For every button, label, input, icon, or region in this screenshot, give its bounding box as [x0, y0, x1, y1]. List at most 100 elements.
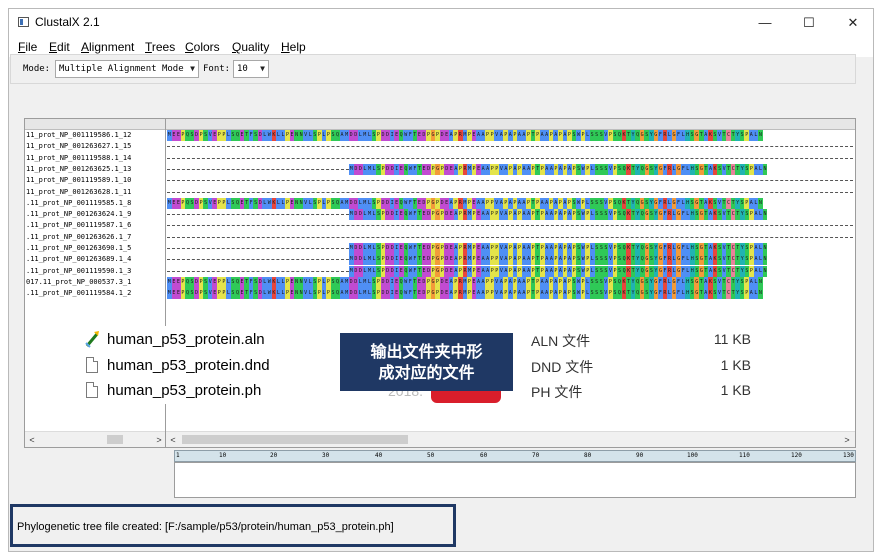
sequence-name[interactable]: .11_prot_NP_001263626.1_7: [26, 232, 165, 243]
alignment-row[interactable]: MDDLMLSPDDIEQWFTEDPGPDEAPRMPEAAPPVAPAPAA…: [167, 163, 854, 175]
file-name: human_p53_protein.ph: [107, 382, 262, 399]
font-size-select[interactable]: 10 ▼: [233, 60, 269, 78]
menu-file[interactable]: File: [18, 40, 37, 54]
ruler-mark: 130: [843, 452, 854, 459]
gap-dashes: [167, 191, 853, 193]
maximize-button[interactable]: ☐: [787, 9, 831, 37]
alignment-row[interactable]: [167, 232, 854, 243]
menu-trees-label: rees: [151, 40, 176, 54]
mode-select[interactable]: Multiple Alignment Mode ▼: [55, 60, 199, 78]
residue: N: [762, 163, 768, 175]
scroll-left-icon[interactable]: <: [25, 432, 39, 448]
residue: N: [758, 276, 763, 288]
residue: N: [762, 209, 768, 221]
alignment-header: [166, 119, 855, 130]
ruler-mark: 80: [584, 452, 592, 459]
font-label: Font:: [203, 64, 231, 74]
residue: N: [758, 197, 763, 209]
menu-help-label: elp: [289, 40, 306, 54]
mode-toolbar: Mode: Multiple Alignment Mode ▼ Font: 10…: [10, 54, 856, 84]
close-button[interactable]: ✕: [831, 9, 875, 37]
menu-help-key: H: [281, 40, 290, 54]
gap-dashes: [167, 168, 349, 170]
sequence-name[interactable]: .11_prot_NP_001119584.1_2: [26, 288, 165, 299]
residue: N: [762, 243, 768, 254]
scroll-right-icon[interactable]: >: [152, 432, 166, 448]
scroll-right-icon[interactable]: >: [840, 432, 854, 448]
sequence-name[interactable]: 11_prot_NP_001263628.1_11: [26, 187, 165, 198]
quality-curve-panel: [174, 462, 856, 498]
menu-quality[interactable]: Quality: [232, 40, 269, 54]
sequence-name[interactable]: .11_prot_NP_001119585.1_8: [26, 198, 165, 209]
ruler-mark: 30: [322, 452, 330, 459]
residue-block: MDDLMLSPDDIEQWFTEDPGPDEAPRMPEAAPPVAPAPAA…: [349, 243, 768, 254]
alignment-row[interactable]: [167, 220, 854, 231]
sequence-name[interactable]: 11_prot_NP_001263625.1_13: [26, 164, 165, 175]
ruler-mark: 40: [375, 452, 383, 459]
gap-dashes: [167, 180, 853, 182]
mode-select-value: Multiple Alignment Mode: [59, 64, 184, 74]
alignment-row[interactable]: MDDLMLSPDDIEQWFTEDPGPDEAPRMPEAAPPVAPAPAA…: [167, 265, 854, 277]
residue: N: [758, 130, 763, 141]
status-highlight-box: Phylogenetic tree file created: [F:/samp…: [10, 504, 456, 547]
file-type: ALN 文件: [531, 333, 591, 349]
sequence-name[interactable]: .11_prot_NP_001263690.1_5: [26, 243, 165, 254]
gap-dashes: [167, 225, 853, 227]
menu-trees[interactable]: Trees: [145, 40, 175, 54]
callout-line-2: 成对应的文件: [378, 363, 475, 382]
residue: N: [762, 265, 768, 277]
sequence-name[interactable]: .11_prot_NP_001119590.1_3: [26, 266, 165, 277]
alignment-row[interactable]: [167, 187, 854, 198]
file-size: 1 KB: [720, 357, 751, 373]
menu-edit-key: E: [49, 40, 58, 54]
names-horizontal-scrollbar[interactable]: < >: [25, 431, 166, 447]
file-type: DND 文件: [531, 359, 594, 375]
alignment-row[interactable]: MEEPQSDPSVEPPLSQETFSDLWKLLPENNVLSPLPSQAM…: [167, 130, 854, 141]
menu-alignment[interactable]: Alignment: [81, 40, 134, 54]
file-size: 11 KB: [713, 331, 751, 347]
sequence-name[interactable]: 11_prot_NP_001263627.1_15: [26, 141, 165, 152]
alignment-row[interactable]: MEEPQSDPSVEPPLSQETFSDLWKLLPENNVLSPLPSQAM…: [167, 276, 854, 288]
residue: N: [758, 288, 763, 300]
residue-block: MEEPQSDPSVEPPLSQETFSDLWKLLPENNVLSPLPSQAM…: [167, 276, 763, 288]
status-message: Phylogenetic tree file created: [F:/samp…: [17, 521, 394, 533]
alignment-row[interactable]: [167, 141, 854, 152]
menu-alignment-label: lignment: [89, 40, 135, 54]
gap-dashes: [167, 236, 853, 238]
ruler-mark: 70: [532, 452, 540, 459]
alignment-row[interactable]: [167, 153, 854, 164]
menu-edit[interactable]: Edit: [49, 40, 70, 54]
alignment-scroll-thumb[interactable]: [182, 435, 408, 444]
alignment-row[interactable]: MEEPQSDPSVEPPLSQETFSDLWKLLPENNVLSPLPSQAM…: [167, 288, 854, 300]
chevron-down-icon: ▼: [260, 64, 265, 73]
residue-block: MEEPQSDPSVEPPLSQETFSDLWKLLPENNVLSPLPSQAM…: [167, 197, 763, 209]
window-title: ClustalX 2.1: [35, 15, 100, 29]
ruler-mark: 100: [687, 452, 698, 459]
position-ruler: 1 10 20 30 40 50 60 70 80 90 100 110 120…: [174, 450, 856, 462]
file-size: 1 KB: [720, 382, 751, 398]
alignment-row[interactable]: MDDLMLSPDDIEQWFTEDPGPDEAPRMPEAAPPVAPAPAA…: [167, 209, 854, 221]
menu-colors[interactable]: Colors: [185, 40, 220, 54]
sequence-name[interactable]: .11_prot_NP_001263624.1_9: [26, 209, 165, 220]
alignment-row[interactable]: MDDLMLSPDDIEQWFTEDPGPDEAPRMPEAAPPVAPAPAA…: [167, 254, 854, 266]
sequence-name[interactable]: 11_prot_NP_001119586.1_12: [26, 130, 165, 141]
alignment-row[interactable]: MEEPQSDPSVEPPLSQETFSDLWKLLPENNVLSPLPSQAM…: [167, 197, 854, 209]
minimize-button[interactable]: —: [743, 9, 787, 37]
file-name: human_p53_protein.aln: [107, 331, 265, 348]
sequence-name[interactable]: 017.11_prot_NP_000537.3_1: [26, 277, 165, 288]
menu-help[interactable]: Help: [281, 40, 306, 54]
gap-dashes: [167, 259, 349, 261]
alignment-row[interactable]: MDDLMLSPDDIEQWFTEDPGPDEAPRMPEAAPPVAPAPAA…: [167, 243, 854, 254]
sequence-name[interactable]: 11_prot_NP_001119588.1_14: [26, 153, 165, 164]
alignment-horizontal-scrollbar[interactable]: < >: [166, 431, 855, 447]
names-header: [25, 119, 166, 130]
sequence-name[interactable]: .11_prot_NP_001263689.1_4: [26, 254, 165, 265]
gap-dashes: [167, 270, 349, 272]
sequence-name[interactable]: 11_prot_NP_001119589.1_10: [26, 175, 165, 186]
names-scroll-thumb[interactable]: [107, 435, 123, 444]
scroll-left-icon[interactable]: <: [166, 432, 180, 448]
alignment-row[interactable]: [167, 175, 854, 186]
menu-colors-key: C: [185, 40, 194, 54]
file-type: PH 文件: [531, 384, 583, 400]
sequence-name[interactable]: .11_prot_NP_001119587.1_6: [26, 220, 165, 231]
